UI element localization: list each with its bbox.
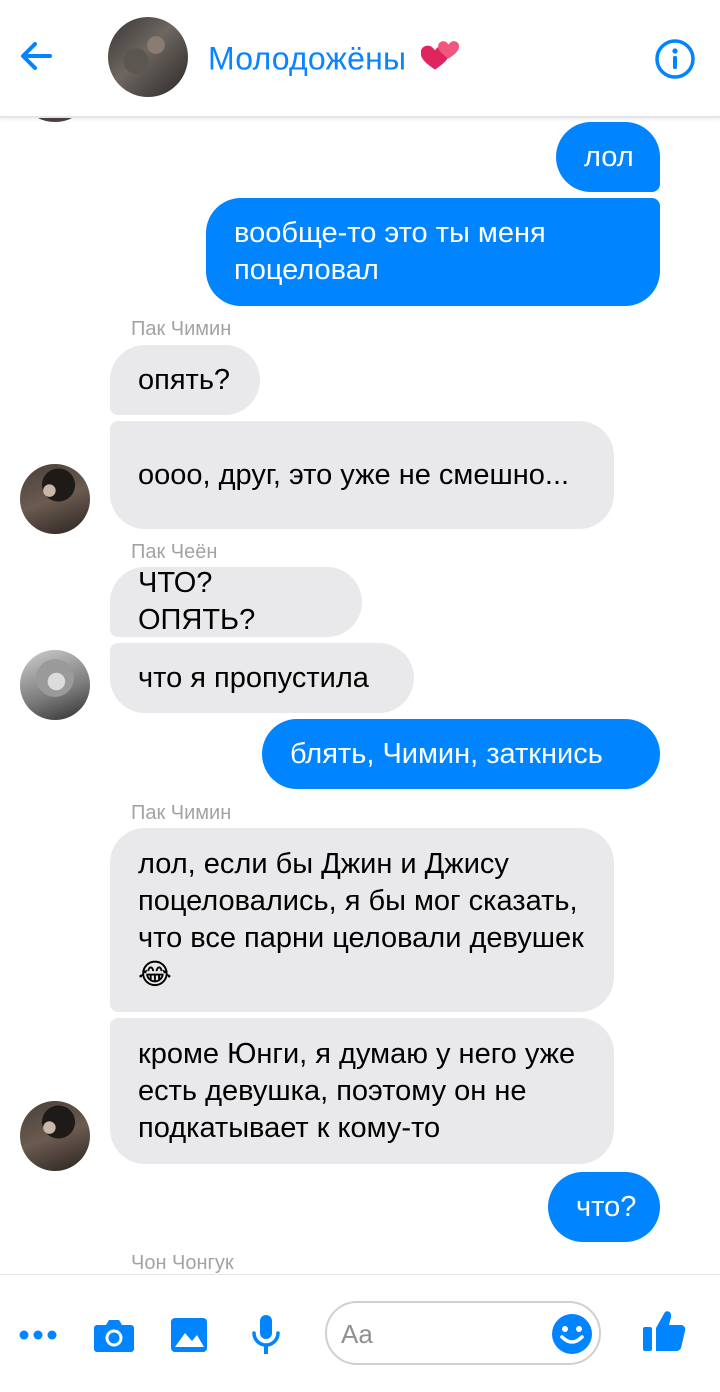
- more-button[interactable]: [14, 1311, 62, 1359]
- thumbs-up-icon: [643, 1311, 686, 1351]
- message-bubble-incoming[interactable]: опять?: [110, 345, 260, 415]
- message-bubble-incoming[interactable]: ЧТО? ОПЯТЬ?: [110, 567, 362, 637]
- message-bubble-incoming[interactable]: лол, если бы Джин и Джису поцеловались, …: [110, 828, 614, 1012]
- emoji-icon: [552, 1314, 592, 1354]
- message-bubble-incoming[interactable]: кроме Юнги, я думаю у него уже есть деву…: [110, 1018, 614, 1164]
- chat-header: Молодожёны: [0, 0, 720, 118]
- arrow-left-icon: [21, 42, 52, 70]
- info-icon: [655, 39, 695, 79]
- camera-button[interactable]: [90, 1311, 138, 1359]
- message-input-container[interactable]: [325, 1301, 601, 1365]
- message-bubble-outgoing[interactable]: блять, Чимин, заткнись: [262, 719, 660, 789]
- message-list[interactable]: лол вообще-то это ты меня поцеловал Пак …: [0, 118, 720, 1274]
- avatar[interactable]: [20, 1101, 90, 1171]
- message-bubble-incoming[interactable]: оооо, друг, это уже не смешно...: [110, 421, 614, 529]
- more-icon: [19, 1330, 57, 1340]
- sender-name: Чон Чонгук: [131, 1252, 234, 1274]
- image-icon: [171, 1318, 207, 1352]
- microphone-icon: [252, 1315, 280, 1354]
- microphone-button[interactable]: [242, 1311, 290, 1359]
- gallery-button[interactable]: [165, 1311, 213, 1359]
- chat-title-text: Молодожёны: [208, 40, 407, 77]
- group-avatar[interactable]: [108, 17, 188, 97]
- two-hearts-icon: [420, 40, 461, 82]
- sender-name: Пак Чеён: [131, 541, 218, 563]
- info-button[interactable]: [654, 38, 696, 80]
- camera-icon: [94, 1320, 134, 1352]
- sender-name: Пак Чимин: [131, 802, 232, 824]
- message-bubble-outgoing[interactable]: что?: [548, 1172, 660, 1242]
- emoji-button[interactable]: [551, 1313, 593, 1355]
- chat-title[interactable]: Молодожёны: [208, 40, 461, 82]
- composer-bar: [0, 1274, 720, 1392]
- message-bubble-outgoing[interactable]: лол: [556, 122, 660, 192]
- avatar[interactable]: [20, 464, 90, 534]
- back-button[interactable]: [14, 34, 58, 78]
- like-button[interactable]: [640, 1307, 688, 1355]
- message-bubble-outgoing[interactable]: вообще-то это ты меня поцеловал: [206, 198, 660, 306]
- message-bubble-incoming[interactable]: что я пропустила: [110, 643, 414, 713]
- sender-name: Пак Чимин: [131, 318, 232, 340]
- message-input[interactable]: [341, 1315, 541, 1353]
- avatar: [30, 118, 80, 122]
- avatar[interactable]: [20, 650, 90, 720]
